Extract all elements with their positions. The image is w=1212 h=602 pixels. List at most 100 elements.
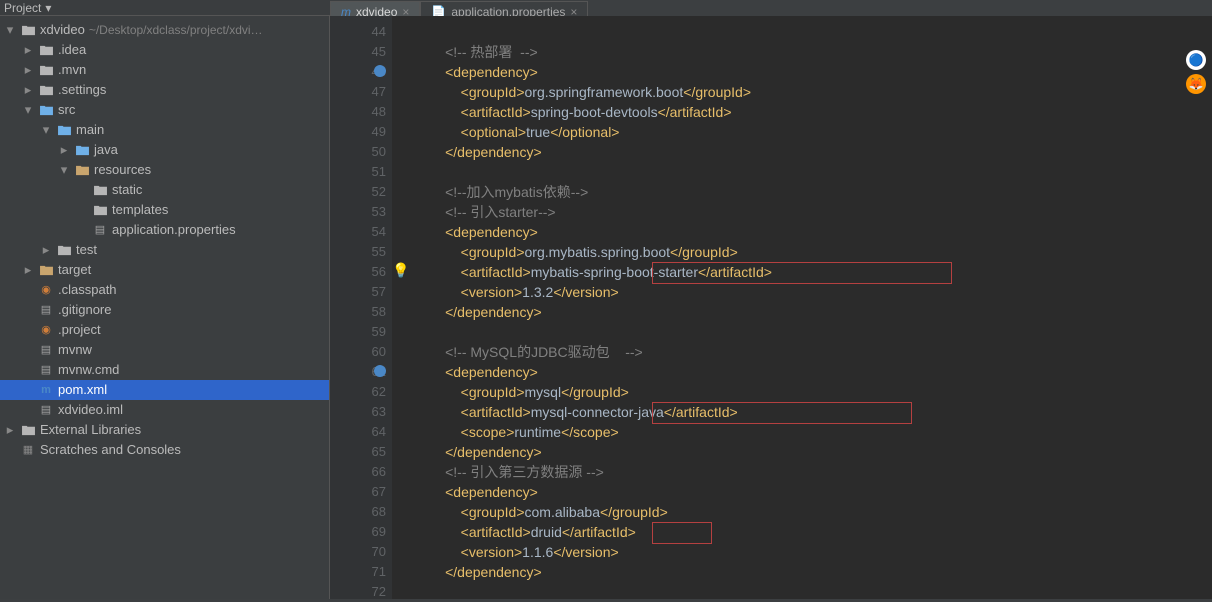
tree-row[interactable]: ▤mvnw: [0, 340, 329, 360]
code-line[interactable]: [414, 162, 1212, 182]
tree-twistie-icon[interactable]: ▾: [58, 160, 70, 180]
tree-row[interactable]: ▤application.properties: [0, 220, 329, 240]
gutter-line[interactable]: 54: [330, 222, 386, 242]
code-line[interactable]: <!--加入mybatis依赖-->: [414, 182, 1212, 202]
code-line[interactable]: [414, 582, 1212, 602]
gutter-line[interactable]: 68: [330, 502, 386, 522]
tree-twistie-icon[interactable]: ▸: [22, 60, 34, 80]
code-line[interactable]: <groupId>com.alibaba</groupId>: [414, 502, 1212, 522]
tree-twistie-icon[interactable]: ▸: [22, 80, 34, 100]
tree-row[interactable]: ◉.classpath: [0, 280, 329, 300]
code-line[interactable]: <groupId>org.mybatis.spring.boot</groupI…: [414, 242, 1212, 262]
code-line[interactable]: <!-- MySQL的JDBC驱动包 -->: [414, 342, 1212, 362]
project-tree[interactable]: ▾xdvideo ~/Desktop/xdclass/project/xdvi……: [0, 16, 329, 460]
tree-row[interactable]: templates: [0, 200, 329, 220]
firefox-icon[interactable]: 🦊: [1186, 74, 1206, 94]
gutter-line[interactable]: 60: [330, 342, 386, 362]
gutter-line[interactable]: 59: [330, 322, 386, 342]
gutter-line[interactable]: 70: [330, 542, 386, 562]
tree-row[interactable]: ▸.settings: [0, 80, 329, 100]
tree-twistie-icon[interactable]: ▸: [40, 240, 52, 260]
tree-row[interactable]: ▸.idea: [0, 40, 329, 60]
code-line[interactable]: <version>1.3.2</version>: [414, 282, 1212, 302]
code-line[interactable]: <dependency>: [414, 222, 1212, 242]
tree-row[interactable]: ▸java: [0, 140, 329, 160]
gutter-line[interactable]: 51: [330, 162, 386, 182]
tree-row[interactable]: ▸External Libraries: [0, 420, 329, 440]
code-line[interactable]: <!-- 引入第三方数据源 -->: [414, 462, 1212, 482]
gutter-line[interactable]: 65: [330, 442, 386, 462]
tree-twistie-icon[interactable]: ▾: [22, 100, 34, 120]
gutter-line[interactable]: 72: [330, 582, 386, 602]
tree-twistie-icon[interactable]: ▾: [40, 120, 52, 140]
tree-twistie-icon[interactable]: ▸: [58, 140, 70, 160]
tree-twistie-icon[interactable]: ▸: [4, 420, 16, 440]
code-line[interactable]: <artifactId>mybatis-spring-boot-starter<…: [414, 262, 1212, 282]
code-line[interactable]: <!-- 引入starter-->: [414, 202, 1212, 222]
gutter-line[interactable]: 47: [330, 82, 386, 102]
tree-twistie-icon[interactable]: ▸: [22, 260, 34, 280]
tree-twistie-icon[interactable]: ▸: [22, 40, 34, 60]
gutter-line[interactable]: 64: [330, 422, 386, 442]
gutter-line[interactable]: 67: [330, 482, 386, 502]
chrome-icon[interactable]: 🔵: [1186, 50, 1206, 70]
tree-row[interactable]: ▤.gitignore: [0, 300, 329, 320]
tree-row[interactable]: ▸test: [0, 240, 329, 260]
gutter-line[interactable]: 53: [330, 202, 386, 222]
gutter-line[interactable]: 69: [330, 522, 386, 542]
gutter-line[interactable]: 49: [330, 122, 386, 142]
intention-bulb-icon[interactable]: 💡: [392, 262, 409, 279]
project-dropdown[interactable]: Project ▾: [4, 1, 51, 15]
tree-row[interactable]: ▾main: [0, 120, 329, 140]
gutter-line[interactable]: 52: [330, 182, 386, 202]
gutter-line[interactable]: 50: [330, 142, 386, 162]
tree-row[interactable]: ▸target: [0, 260, 329, 280]
code-line[interactable]: </dependency>: [414, 142, 1212, 162]
code-line[interactable]: [414, 22, 1212, 42]
tree-row[interactable]: ▤xdvideo.iml: [0, 400, 329, 420]
gutter-line[interactable]: 44: [330, 22, 386, 42]
gutter-line[interactable]: 63: [330, 402, 386, 422]
code-line[interactable]: <groupId>org.springframework.boot</group…: [414, 82, 1212, 102]
tree-row[interactable]: ▤mvnw.cmd: [0, 360, 329, 380]
gutter-line[interactable]: 61: [330, 362, 386, 382]
tree-row[interactable]: ▾src: [0, 100, 329, 120]
code-line[interactable]: </dependency>: [414, 302, 1212, 322]
code-line[interactable]: <version>1.1.6</version>: [414, 542, 1212, 562]
gutter-line[interactable]: 48: [330, 102, 386, 122]
tree-row[interactable]: ▾xdvideo ~/Desktop/xdclass/project/xdvi…: [0, 20, 329, 40]
gutter-marker-icon[interactable]: [374, 365, 386, 377]
code-line[interactable]: <optional>true</optional>: [414, 122, 1212, 142]
gutter-marker-icon[interactable]: [374, 65, 386, 77]
tree-row[interactable]: mpom.xml: [0, 380, 329, 400]
gutter-line[interactable]: 62: [330, 382, 386, 402]
code-line[interactable]: <dependency>: [414, 62, 1212, 82]
code-line[interactable]: <dependency>: [414, 362, 1212, 382]
code-editor[interactable]: 4445464748495051525354555657585960616263…: [330, 16, 1212, 599]
code-line[interactable]: <!-- 热部署 -->: [414, 42, 1212, 62]
gutter-line[interactable]: 45: [330, 42, 386, 62]
gutter-line[interactable]: 46: [330, 62, 386, 82]
gutter-line[interactable]: 71: [330, 562, 386, 582]
code-line[interactable]: [414, 322, 1212, 342]
tree-row[interactable]: ▸.mvn: [0, 60, 329, 80]
gutter-line[interactable]: 56: [330, 262, 386, 282]
gutter-line[interactable]: 58: [330, 302, 386, 322]
code-line[interactable]: <artifactId>druid</artifactId>: [414, 522, 1212, 542]
tree-twistie-icon[interactable]: ▾: [4, 20, 16, 40]
code-line[interactable]: <artifactId>mysql-connector-java</artifa…: [414, 402, 1212, 422]
tree-row[interactable]: ▦Scratches and Consoles: [0, 440, 329, 460]
editor-code-area[interactable]: <!-- 热部署 --> <dependency> <groupId>org.s…: [392, 16, 1212, 599]
code-line[interactable]: </dependency>: [414, 442, 1212, 462]
code-line[interactable]: <groupId>mysql</groupId>: [414, 382, 1212, 402]
gutter-line[interactable]: 66: [330, 462, 386, 482]
code-line[interactable]: <artifactId>spring-boot-devtools</artifa…: [414, 102, 1212, 122]
tree-row[interactable]: ▾resources: [0, 160, 329, 180]
code-line[interactable]: <dependency>: [414, 482, 1212, 502]
code-line[interactable]: <scope>runtime</scope>: [414, 422, 1212, 442]
gutter-line[interactable]: 55: [330, 242, 386, 262]
tree-row[interactable]: static: [0, 180, 329, 200]
code-line[interactable]: </dependency>: [414, 562, 1212, 582]
gutter-line[interactable]: 57: [330, 282, 386, 302]
tree-row[interactable]: ◉.project: [0, 320, 329, 340]
